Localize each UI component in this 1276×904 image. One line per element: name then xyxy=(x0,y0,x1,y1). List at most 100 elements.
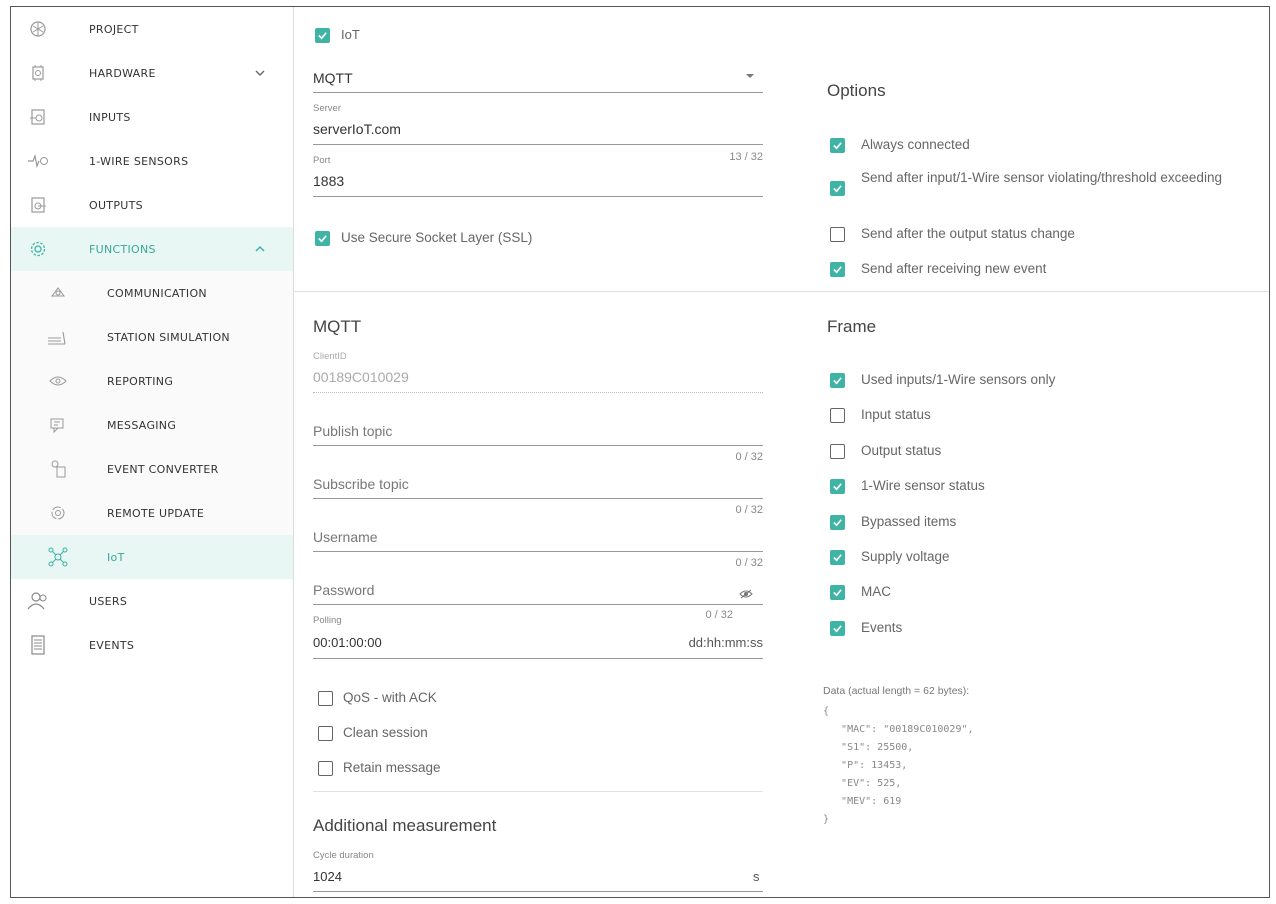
frame-input-status-checkbox[interactable] xyxy=(830,408,845,424)
check-icon xyxy=(833,185,842,193)
iot-enabled-label: IoT xyxy=(341,27,360,42)
frame-option-label: Input status xyxy=(861,407,931,423)
check-icon xyxy=(833,483,842,491)
option-send-after-event-checkbox[interactable] xyxy=(830,262,845,277)
retain-message-checkbox[interactable] xyxy=(318,761,333,776)
check-icon xyxy=(833,589,842,597)
option-always-connected-checkbox[interactable] xyxy=(830,138,845,153)
sidebar-item-communication[interactable]: COMMUNICATION xyxy=(11,271,293,315)
additional-measurement-title: Additional measurement xyxy=(313,816,497,835)
sidebar-item-label: INPUTS xyxy=(89,110,131,124)
mqtt-section-title: MQTT xyxy=(313,317,362,336)
chevron-up-icon[interactable] xyxy=(253,242,267,256)
sidebar-item-messaging[interactable]: MESSAGING xyxy=(11,403,293,447)
frame-option-label: 1-Wire sensor status xyxy=(861,478,985,494)
frame-events-checkbox[interactable] xyxy=(830,620,845,636)
iot-enabled-checkbox[interactable] xyxy=(315,28,330,43)
subscribe-topic-underline xyxy=(313,498,763,499)
check-icon xyxy=(833,518,842,527)
publish-topic-counter: 0 / 32 xyxy=(735,451,763,463)
sidebar-item-iot[interactable]: IoT xyxy=(11,535,293,579)
frame-bypassed-items-checkbox[interactable] xyxy=(830,514,845,530)
option-label: Send after input/1-Wire sensor violating… xyxy=(861,170,1222,185)
password-input[interactable]: Password xyxy=(313,582,374,598)
sidebar-item-label: REPORTING xyxy=(107,374,174,388)
cycle-duration-label: Cycle duration xyxy=(313,850,374,861)
cycle-duration-input[interactable]: 1024 xyxy=(313,869,342,884)
frame-output-status-checkbox[interactable] xyxy=(830,443,845,459)
polling-input[interactable]: 00:01:00:00 xyxy=(313,635,382,650)
sidebar-item-label: EVENT CONVERTER xyxy=(107,462,219,476)
messaging-icon xyxy=(47,414,69,436)
port-underline xyxy=(313,196,763,197)
sidebar-item-station-simulation[interactable]: STATION SIMULATION xyxy=(11,315,293,359)
check-icon xyxy=(318,235,327,243)
users-icon xyxy=(27,590,49,612)
protocol-select-underline xyxy=(313,92,763,93)
qos-checkbox[interactable] xyxy=(318,691,333,706)
cycle-duration-underline xyxy=(313,891,763,892)
polling-label: Polling xyxy=(313,615,342,626)
project-icon xyxy=(27,18,49,40)
option-send-after-input-checkbox[interactable] xyxy=(830,181,845,196)
check-icon xyxy=(833,625,842,633)
sidebar-item-reporting[interactable]: REPORTING xyxy=(11,359,293,403)
update-icon xyxy=(47,502,69,524)
polling-unit: dd:hh:mm:ss xyxy=(688,635,763,650)
password-counter: 0 / 32 xyxy=(705,609,733,621)
cycle-duration-unit: s xyxy=(753,869,760,884)
eye-off-icon[interactable] xyxy=(739,589,753,599)
frame-sensor-status-checkbox[interactable] xyxy=(830,479,845,495)
options-title: Options xyxy=(827,81,886,100)
dropdown-arrow-icon[interactable] xyxy=(745,73,755,79)
chevron-down-icon[interactable] xyxy=(253,66,267,80)
sidebar-item-label: FUNCTIONS xyxy=(89,242,156,256)
sidebar-item-label: USERS xyxy=(89,594,128,608)
client-id-underline xyxy=(313,392,763,393)
frame-option-label: Used inputs/1-Wire sensors only xyxy=(861,372,1056,387)
frame-used-inputs-checkbox[interactable] xyxy=(830,373,845,388)
clean-session-checkbox[interactable] xyxy=(318,726,333,741)
frame-mac-checkbox[interactable] xyxy=(830,585,845,601)
hardware-icon xyxy=(27,62,49,84)
frame-option-label: Supply voltage xyxy=(861,549,950,564)
inputs-icon xyxy=(27,106,49,128)
publish-topic-input[interactable]: Publish topic xyxy=(313,423,392,439)
server-input[interactable]: serverIoT.com xyxy=(313,121,401,137)
sidebar-item-remote-update[interactable]: REMOTE UPDATE xyxy=(11,491,293,535)
sidebar-item-event-converter[interactable]: EVENT CONVERTER xyxy=(11,447,293,491)
sidebar-item-functions[interactable]: FUNCTIONS xyxy=(11,227,293,271)
sidebar-item-project[interactable]: PROJECT xyxy=(11,7,293,51)
sidebar-item-label: STATION SIMULATION xyxy=(107,330,230,344)
option-label: Send after receiving new event xyxy=(861,261,1047,276)
sidebar-item-1-wire-sensors[interactable]: 1-WIRE SENSORS xyxy=(11,139,293,183)
port-input[interactable]: 1883 xyxy=(313,173,344,189)
option-send-after-output-checkbox[interactable] xyxy=(830,227,845,242)
sidebar-item-label: PROJECT xyxy=(89,22,139,36)
sidebar-item-events[interactable]: EVENTS xyxy=(11,623,293,667)
polling-underline xyxy=(313,658,763,659)
frame-option-label: Output status xyxy=(861,442,942,458)
check-icon xyxy=(318,32,327,40)
clean-session-label: Clean session xyxy=(343,725,428,740)
sidebar-item-hardware[interactable]: HARDWARE xyxy=(11,51,293,95)
option-label: Always connected xyxy=(861,137,970,152)
qos-label: QoS - with ACK xyxy=(343,690,437,705)
check-icon xyxy=(833,142,842,150)
mqtt-divider xyxy=(313,791,763,792)
protocol-select-value[interactable]: MQTT xyxy=(313,70,353,86)
frame-option-label: Bypassed items xyxy=(861,513,957,529)
sidebar-item-inputs[interactable]: INPUTS xyxy=(11,95,293,139)
username-input[interactable]: Username xyxy=(313,529,378,545)
sidebar-item-users[interactable]: USERS xyxy=(11,579,293,623)
outputs-icon xyxy=(27,194,49,216)
ssl-label: Use Secure Socket Layer (SSL) xyxy=(341,230,533,245)
sidebar-item-outputs[interactable]: OUTPUTS xyxy=(11,183,293,227)
frame-supply-voltage-checkbox[interactable] xyxy=(830,550,845,565)
frame-data-caption: Data (actual length = 62 bytes): xyxy=(823,685,970,697)
ssl-checkbox[interactable] xyxy=(315,231,330,246)
converter-icon xyxy=(47,458,69,480)
option-label: Send after the output status change xyxy=(861,226,1075,241)
password-underline xyxy=(313,604,763,605)
subscribe-topic-input[interactable]: Subscribe topic xyxy=(313,476,409,492)
